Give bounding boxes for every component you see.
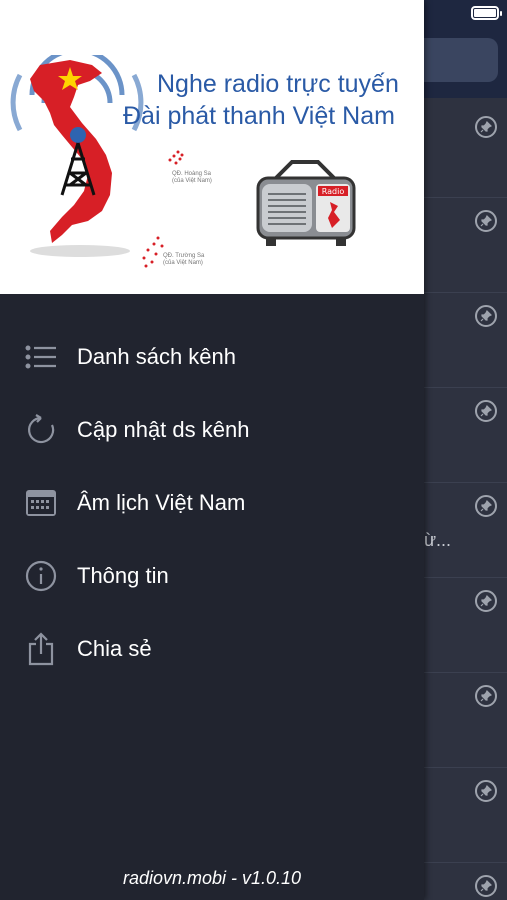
radio-illustration: Radio (256, 160, 356, 246)
menu-item-share[interactable]: Chia sẻ (0, 612, 424, 685)
background-list-row[interactable] (424, 98, 507, 198)
battery-icon (471, 6, 502, 20)
menu-item-update-channels[interactable]: Cập nhật ds kênh (0, 393, 424, 466)
truong-sa-label: QĐ. Trường Sa (của Việt Nam) (163, 253, 205, 266)
background-list-row[interactable] (424, 673, 507, 768)
pin-icon[interactable] (475, 495, 497, 517)
pin-icon[interactable] (475, 685, 497, 707)
hoang-sa-label: QĐ. Hoàng Sa (của Việt Nam) (172, 171, 212, 184)
background-list-row[interactable] (424, 578, 507, 673)
hoang-sa-islands (168, 150, 184, 165)
background-search-bar[interactable] (424, 38, 498, 82)
menu-item-lunar-calendar[interactable]: Âm lịch Việt Nam (0, 466, 424, 539)
pin-icon[interactable] (475, 875, 497, 897)
side-drawer: QĐ. Hoàng Sa (của Việt Nam) QĐ. Trường Sa… (0, 0, 424, 900)
background-row-text: ừ... (424, 530, 452, 550)
menu-label: Âm lịch Việt Nam (77, 489, 246, 515)
vietnam-map-logo (10, 55, 144, 257)
menu-label: Danh sách kênh (77, 343, 236, 369)
share-icon (24, 631, 58, 666)
pin-icon[interactable] (475, 590, 497, 612)
background-list-row[interactable] (424, 293, 507, 388)
pin-icon[interactable] (475, 305, 497, 327)
calendar-icon (24, 486, 58, 520)
menu-label: Cập nhật ds kênh (77, 416, 250, 442)
menu-item-channel-list[interactable]: Danh sách kênh (0, 320, 424, 393)
background-list-row[interactable] (424, 198, 507, 293)
background-list-row[interactable] (424, 768, 507, 863)
menu-item-info[interactable]: Thông tin (0, 539, 424, 612)
header-banner: QĐ. Hoàng Sa (của Việt Nam) QĐ. Trường Sa… (0, 0, 424, 294)
pin-icon[interactable] (475, 210, 497, 232)
refresh-icon (24, 413, 58, 447)
pin-icon[interactable] (475, 400, 497, 422)
drawer-menu: Danh sách kênh Cập nhật ds kênh Âm lịch … (0, 320, 424, 685)
background-list-row[interactable] (424, 388, 507, 483)
pin-icon[interactable] (475, 780, 497, 802)
list-icon (24, 340, 58, 374)
pin-icon[interactable] (475, 116, 497, 138)
banner-title: Nghe radio trực tuyến Đài phát thanh Việ… (123, 70, 399, 130)
radio-badge-text: Radio (322, 187, 345, 196)
menu-label: Chia sẻ (77, 635, 152, 661)
version-footer: radiovn.mobi - v1.0.10 (122, 868, 302, 888)
menu-label: Thông tin (77, 562, 169, 588)
info-icon (24, 559, 58, 593)
